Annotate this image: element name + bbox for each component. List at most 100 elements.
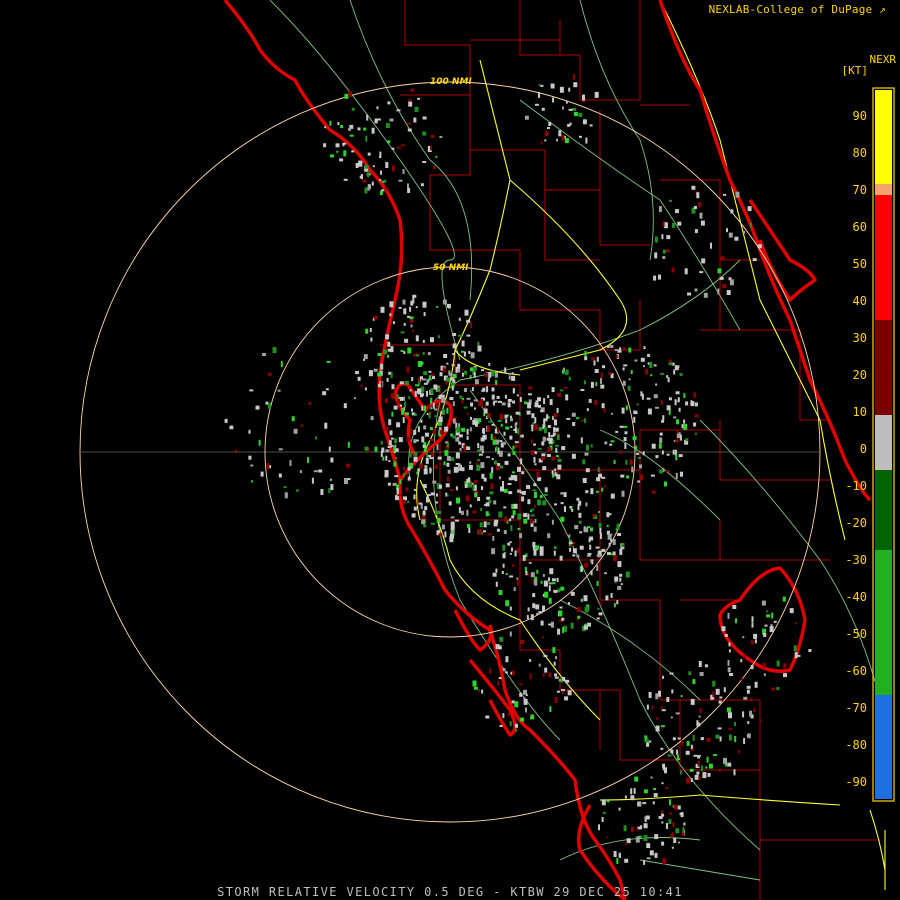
radar-echo-pixel <box>702 772 707 779</box>
radar-echo-pixel <box>609 443 613 446</box>
radar-echo-pixel <box>621 490 625 497</box>
radar-echo-pixel <box>451 383 454 386</box>
radar-echo-pixel <box>344 478 348 484</box>
radar-echo-pixel <box>578 520 582 524</box>
radar-echo-pixel <box>430 388 434 395</box>
radar-echo-pixel <box>624 431 628 435</box>
radar-echo-pixel <box>422 131 427 136</box>
radar-echo-pixel <box>570 591 575 596</box>
radar-echo-pixel <box>455 486 458 491</box>
radar-echo-pixel <box>439 372 443 377</box>
radar-echo-pixel <box>619 450 622 455</box>
radar-echo-pixel <box>406 366 410 373</box>
radar-echo-pixel <box>557 464 562 470</box>
radar-echo-pixel <box>374 119 378 123</box>
radar-echo-pixel <box>392 482 397 486</box>
colorbar-segment-green <box>875 550 892 695</box>
radar-echo-pixel <box>719 276 724 280</box>
radar-echo-pixel <box>413 429 417 435</box>
radar-echo-pixel <box>715 734 720 739</box>
radar-echo-pixel <box>377 353 382 356</box>
radar-echo-pixel <box>551 387 555 393</box>
radar-echo-pixel <box>377 384 381 388</box>
radar-echo-pixel <box>446 442 449 448</box>
radar-echo-pixel <box>491 423 495 426</box>
radar-echo-pixel <box>493 400 498 403</box>
radar-echo-pixel <box>572 74 575 80</box>
radar-echo-pixel <box>340 125 344 129</box>
radar-echo-pixel <box>499 725 503 727</box>
radar-echo-pixel <box>694 288 698 292</box>
product-title: STORM RELATIVE VELOCITY 0.5 DEG - KTBW 2… <box>217 885 683 899</box>
radar-echo-pixel <box>556 577 559 582</box>
radar-echo-pixel <box>458 334 463 337</box>
radar-echo-pixel <box>693 754 698 757</box>
radar-echo-pixel <box>553 427 556 432</box>
radar-echo-pixel <box>680 695 683 698</box>
radar-echo-pixel <box>690 400 693 404</box>
radar-echo-pixel <box>507 542 511 546</box>
radar-echo-pixel <box>492 535 495 541</box>
radar-echo-pixel <box>351 107 355 111</box>
radar-echo-pixel <box>669 199 672 202</box>
radar-echo-pixel <box>528 561 532 564</box>
radar-echo-pixel <box>700 220 705 226</box>
credit-text[interactable]: NEXLAB-College of DuPage ↗ <box>709 3 886 16</box>
radar-echo-pixel <box>582 478 587 483</box>
radar-echo-pixel <box>653 788 657 790</box>
radar-echo-pixel <box>535 604 540 610</box>
radar-echo-pixel <box>651 490 656 494</box>
radar-echo-pixel <box>553 550 556 556</box>
radar-echo-pixel <box>728 712 732 719</box>
radar-echo-pixel <box>671 846 674 849</box>
radar-echo-pixel <box>563 492 567 498</box>
radar-echo-pixel <box>421 362 424 365</box>
radar-echo-pixel <box>672 222 675 228</box>
radar-echo-pixel <box>571 453 576 459</box>
radar-echo-pixel <box>551 582 556 585</box>
radar-echo-pixel <box>671 832 674 838</box>
radar-echo-pixel <box>614 576 619 582</box>
radar-echo-pixel <box>507 483 512 485</box>
radar-echo-pixel <box>666 823 668 829</box>
radar-echo-pixel <box>530 439 533 444</box>
radar-echo-pixel <box>364 187 368 194</box>
radar-echo-pixel <box>512 388 515 394</box>
radar-echo-pixel <box>664 481 667 487</box>
radar-echo-pixel <box>417 468 420 472</box>
radar-echo-pixel <box>481 450 484 454</box>
radar-echo-pixel <box>560 586 565 591</box>
radar-echo-pixel <box>754 639 757 644</box>
radar-echo-pixel <box>638 456 641 459</box>
radar-echo-pixel <box>250 464 254 467</box>
radar-echo-pixel <box>491 458 494 461</box>
radar-echo-pixel <box>640 357 645 362</box>
radar-echo-pixel <box>455 452 460 459</box>
radar-echo-pixel <box>584 606 589 613</box>
radar-echo-pixel <box>466 478 471 483</box>
radar-echo-pixel <box>446 462 450 467</box>
radar-echo-pixel <box>552 473 554 478</box>
radar-echo-pixel <box>393 405 398 410</box>
radar-echo-pixel <box>455 463 460 465</box>
radar-echo-pixel <box>636 403 639 406</box>
radar-echo-pixel <box>520 458 523 465</box>
credit-label: NEXLAB-College of DuPage <box>708 3 873 16</box>
radar-echo-pixel <box>661 821 664 824</box>
radar-echo-pixel <box>623 437 627 442</box>
radar-echo-pixel <box>539 495 543 499</box>
radar-echo-pixel <box>584 356 588 361</box>
radar-echo-pixel <box>672 449 675 455</box>
radar-echo-pixel <box>532 489 537 492</box>
radar-echo-pixel <box>590 527 593 532</box>
radar-echo-pixel <box>255 405 260 410</box>
radar-echo-pixel <box>481 486 483 490</box>
radar-echo-pixel <box>429 427 433 431</box>
radar-echo-pixel <box>551 456 556 461</box>
radar-echo-pixel <box>429 457 434 460</box>
radar-echo-pixel <box>750 697 753 702</box>
radar-echo-pixel <box>606 800 610 803</box>
radar-echo-pixel <box>529 713 532 716</box>
radar-echo-pixel <box>665 787 669 789</box>
radar-echo-pixel <box>661 782 664 785</box>
